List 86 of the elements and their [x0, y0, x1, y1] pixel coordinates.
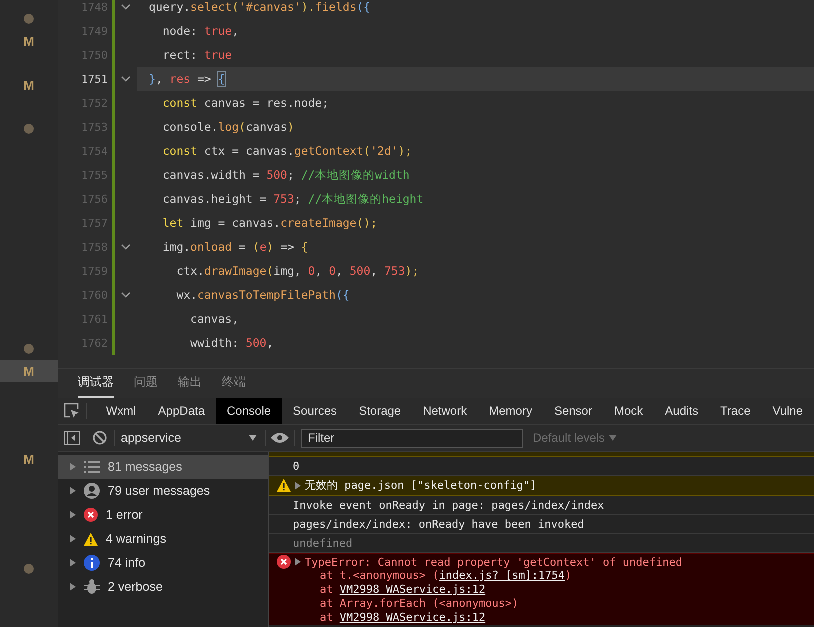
- warning-message: 无效的 page.json ["skeleton-config"]: [305, 478, 537, 493]
- message-filter-item[interactable]: 2 verbose: [58, 575, 268, 599]
- devtools-tab[interactable]: Audits: [654, 398, 710, 424]
- error-icon: [84, 508, 98, 522]
- warning-icon: [277, 479, 291, 492]
- fold-chevron-icon[interactable]: [121, 244, 131, 250]
- code-line: wx.canvasToTempFilePath({: [176, 288, 350, 302]
- modified-marker: M: [24, 452, 34, 466]
- devtools-tab[interactable]: Sensor: [543, 398, 604, 424]
- info-icon: [84, 555, 100, 571]
- devtools-tab[interactable]: Vulne: [762, 398, 814, 424]
- devtools-tab[interactable]: Trace: [710, 398, 762, 424]
- message-filter-item[interactable]: 74 info: [58, 551, 268, 575]
- devtools-tab[interactable]: Memory: [478, 398, 544, 424]
- message-filter-item[interactable]: 79 user messages: [58, 479, 268, 503]
- console-message: pages/index/index: onReady have been invoked: [293, 518, 584, 530]
- console-message: 0: [293, 460, 300, 472]
- code-line: query.select('#canvas').fields({: [149, 0, 371, 14]
- fold-chevron-icon[interactable]: [121, 4, 131, 10]
- change-dot-icon: [24, 564, 34, 574]
- inspect-icon[interactable]: [64, 403, 80, 419]
- change-dot-icon: [24, 344, 34, 354]
- fold-chevron-icon[interactable]: [121, 76, 131, 82]
- console-message: Invoke event onReady in page: pages/index/index: [293, 498, 604, 512]
- error-icon: [277, 555, 291, 569]
- expand-icon[interactable]: [70, 559, 76, 567]
- expand-icon[interactable]: [295, 482, 301, 490]
- message-filter-item[interactable]: 1 error: [58, 503, 268, 527]
- console-message: undefined: [293, 536, 353, 550]
- code-line: canvas,: [190, 312, 240, 326]
- code-line: let img = canvas.createImage();: [162, 216, 378, 230]
- code-line: canvas.width = 500; //本地图像的width: [162, 168, 410, 182]
- devtools-tab[interactable]: Mock: [603, 398, 654, 424]
- code-line: canvas.height = 753; //本地图像的height: [162, 192, 424, 206]
- message-filter-item[interactable]: 81 messages: [58, 455, 268, 479]
- devtools-tab[interactable]: Storage: [348, 398, 412, 424]
- expand-icon[interactable]: [70, 463, 76, 471]
- source-link[interactable]: VM2998 WAService.js:12: [340, 611, 486, 624]
- code-line: rect: true: [162, 48, 232, 62]
- stack-trace-line: at VM2998 WAService.js:12: [319, 611, 487, 625]
- devtools-tab[interactable]: Console: [216, 398, 282, 424]
- line-number: 1751: [80, 72, 108, 86]
- eye-icon[interactable]: [271, 433, 289, 443]
- code-line: ctx.drawImage(img, 0, 0, 500, 753);: [176, 264, 420, 278]
- source-link[interactable]: VM2998 WAService.js:12: [340, 583, 486, 596]
- modified-marker: M: [24, 78, 34, 92]
- source-link[interactable]: index.js? [sm]:1754: [439, 569, 566, 582]
- dropdown-caret-icon: [609, 435, 618, 441]
- sidebar-toggle-icon[interactable]: [64, 431, 80, 445]
- context-dropdown[interactable]: appservice: [115, 431, 265, 445]
- user-icon: [84, 483, 100, 499]
- devtools-tab[interactable]: Sources: [282, 398, 348, 424]
- clear-console-icon[interactable]: [93, 431, 107, 445]
- message-filter-item[interactable]: 4 warnings: [58, 527, 268, 551]
- code-line: const canvas = res.node;: [162, 96, 330, 110]
- devtools-tab[interactable]: Network: [412, 398, 478, 424]
- panel-tab[interactable]: 输出: [178, 369, 202, 398]
- expand-icon[interactable]: [70, 535, 76, 543]
- filter-field[interactable]: Filter: [301, 428, 523, 448]
- fold-chevron-icon[interactable]: [121, 292, 131, 298]
- code-line: img.onload = (e) => {: [162, 240, 308, 254]
- expand-icon[interactable]: [70, 487, 76, 495]
- dropdown-caret-icon: [249, 435, 257, 441]
- bug-icon: [84, 579, 100, 595]
- code-line: console.log(canvas): [162, 120, 294, 134]
- panel-tab[interactable]: 问题: [134, 369, 158, 398]
- change-dot-icon: [24, 14, 34, 24]
- expand-icon[interactable]: [70, 583, 76, 591]
- code-line: node: true,: [162, 24, 240, 38]
- error-message: TypeError: Cannot read property 'getContext' of undefined: [305, 556, 682, 568]
- devtools-tab[interactable]: AppData: [147, 398, 216, 424]
- code-line: wwidth: 500,: [190, 336, 274, 350]
- panel-tab[interactable]: 终端: [222, 369, 246, 398]
- expand-icon[interactable]: [295, 558, 301, 566]
- code-line: }, res => {: [149, 72, 226, 86]
- stack-trace-line: at VM2998 WAService.js:12: [319, 583, 487, 597]
- change-dot-icon: [24, 124, 34, 134]
- expand-icon[interactable]: [70, 511, 76, 519]
- list-icon: [84, 461, 100, 473]
- code-line: const ctx = canvas.getContext('2d');: [162, 144, 412, 158]
- devtools-tab[interactable]: Wxml: [95, 398, 148, 424]
- warning-icon: [84, 532, 98, 546]
- stack-trace-line: at Array.forEach (<anonymous>): [319, 597, 520, 611]
- modified-marker: M: [24, 34, 34, 48]
- modified-marker: M: [24, 364, 34, 378]
- stack-trace-line: at t.<anonymous> (index.js? [sm]:1754): [319, 569, 573, 583]
